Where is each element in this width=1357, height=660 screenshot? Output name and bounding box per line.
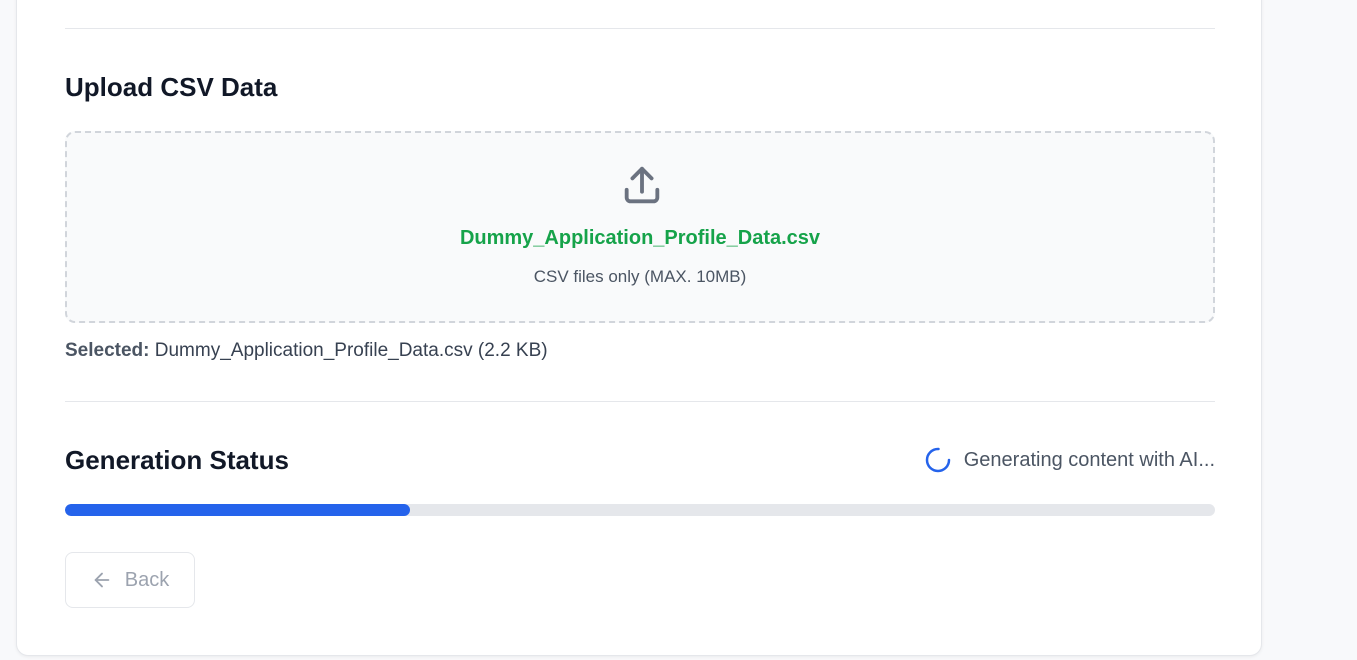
divider-middle bbox=[65, 401, 1215, 402]
arrow-left-icon bbox=[94, 572, 110, 588]
selected-file-value: Dummy_Application_Profile_Data.csv (2.2 … bbox=[154, 340, 548, 361]
back-button-label: Back bbox=[124, 568, 170, 591]
csv-dropzone[interactable]: Dummy_Application_Profile_Data.csv CSV f… bbox=[65, 131, 1215, 323]
divider-top bbox=[65, 28, 1215, 29]
generation-status-title: Generation Status bbox=[65, 445, 289, 475]
back-button[interactable]: Back bbox=[65, 552, 195, 608]
progress-bar bbox=[65, 504, 1215, 516]
upload-section-title: Upload CSV Data bbox=[65, 72, 278, 102]
generation-status-text: Generating content with AI... bbox=[963, 448, 1215, 471]
upload-icon bbox=[624, 166, 660, 204]
selected-file-info: Selected: Dummy_Application_Profile_Data… bbox=[65, 340, 548, 362]
dropzone-file-name: Dummy_Application_Profile_Data.csv bbox=[459, 227, 821, 249]
loading-spinner-icon bbox=[925, 447, 950, 473]
selected-label: Selected: bbox=[65, 340, 150, 361]
generation-status-indicator: Generating content with AI... bbox=[924, 446, 1215, 474]
progress-bar-fill bbox=[65, 504, 410, 516]
dropzone-hint: CSV files only (MAX. 10MB) bbox=[533, 267, 747, 286]
